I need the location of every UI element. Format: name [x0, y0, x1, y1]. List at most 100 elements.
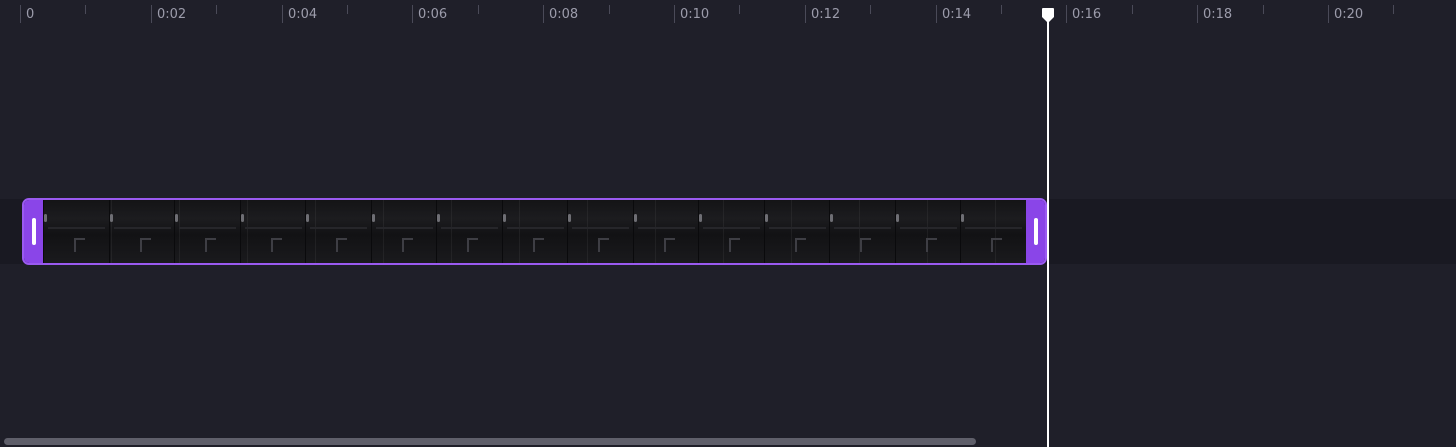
- frame-detail: [175, 214, 178, 222]
- ruler-major-tick: [151, 5, 152, 23]
- ruler-minor-tick: [85, 5, 86, 14]
- frame-detail: [533, 238, 544, 252]
- ruler-minor-tick: [870, 5, 871, 14]
- ruler-time-label: 0:12: [811, 7, 841, 22]
- ruler-time-label: 0:18: [1203, 7, 1233, 22]
- ruler-major-tick: [674, 5, 675, 23]
- frame-detail: [965, 227, 1022, 229]
- clip-thumbnail-frame: [305, 200, 371, 263]
- horizontal-scrollbar[interactable]: [4, 438, 976, 445]
- ruler-minor-tick: [216, 5, 217, 14]
- frame-detail: [271, 238, 282, 252]
- frame-detail: [729, 238, 740, 252]
- frame-detail: [44, 214, 47, 222]
- frame-detail: [205, 238, 216, 252]
- ruler-major-tick: [1328, 5, 1329, 23]
- frame-detail: [795, 238, 806, 252]
- grip-icon: [32, 218, 36, 245]
- frame-detail: [507, 227, 564, 229]
- clip-thumbnail-frame: [109, 200, 175, 263]
- playhead-line[interactable]: [1047, 14, 1049, 447]
- clip-thumbnail-frame: [436, 200, 502, 263]
- frame-detail: [568, 214, 571, 222]
- frame-detail: [372, 214, 375, 222]
- frame-detail: [376, 227, 433, 229]
- timeline[interactable]: 0 0:02 0:04 0:06 0:08 0:10 0:12 0:14 0:16 0:18 0:2…: [0, 0, 1456, 447]
- frame-detail: [926, 238, 937, 252]
- frame-detail: [310, 227, 367, 229]
- frame-detail: [572, 227, 629, 229]
- frame-detail: [860, 238, 871, 252]
- ruler-major-tick: [805, 5, 806, 23]
- frame-detail: [241, 214, 244, 222]
- frame-detail: [140, 238, 151, 252]
- frame-detail: [179, 227, 236, 229]
- ruler-minor-tick: [1001, 5, 1002, 14]
- ruler-minor-tick: [347, 5, 348, 14]
- clip-thumbnail-frame: [633, 200, 699, 263]
- ruler-minor-tick: [1263, 5, 1264, 14]
- grip-icon: [1034, 218, 1038, 245]
- playhead-handle-icon[interactable]: [1040, 8, 1056, 24]
- frame-detail: [703, 227, 760, 229]
- frame-detail: [245, 227, 302, 229]
- clip-trim-handle-left[interactable]: [24, 200, 43, 263]
- ruler-time-label: 0:04: [288, 7, 318, 22]
- ruler-major-tick: [282, 5, 283, 23]
- frame-detail: [961, 214, 964, 222]
- clip-thumbnail-frame: [371, 200, 437, 263]
- frame-detail: [830, 214, 833, 222]
- time-ruler[interactable]: 0 0:02 0:04 0:06 0:08 0:10 0:12 0:14 0:16 0:18 0:2…: [0, 0, 1456, 26]
- clip-trim-handle-right[interactable]: [1026, 200, 1045, 263]
- frame-detail: [900, 227, 957, 229]
- ruler-time-label: 0:06: [418, 7, 448, 22]
- frame-detail: [114, 227, 171, 229]
- ruler-major-tick: [1066, 5, 1067, 23]
- frame-detail: [834, 227, 891, 229]
- clip-thumbnail-frame: [960, 200, 1026, 263]
- frame-detail: [48, 227, 105, 229]
- frame-detail: [467, 238, 478, 252]
- clip-thumbnail-frame: [502, 200, 568, 263]
- frame-detail: [598, 238, 609, 252]
- clip-thumbnail-frame: [895, 200, 961, 263]
- frame-detail: [110, 214, 113, 222]
- frame-detail: [769, 227, 826, 229]
- frame-detail: [306, 214, 309, 222]
- frame-detail: [896, 214, 899, 222]
- frame-detail: [441, 227, 498, 229]
- ruler-major-tick: [936, 5, 937, 23]
- clip-thumbnail-frame: [174, 200, 240, 263]
- frame-detail: [402, 238, 413, 252]
- ruler-minor-tick: [609, 5, 610, 14]
- ruler-minor-tick: [739, 5, 740, 14]
- ruler-major-tick: [20, 5, 21, 23]
- clip-thumbnail-frame: [567, 200, 633, 263]
- clip-thumbnails: [43, 200, 1026, 263]
- video-clip[interactable]: [22, 198, 1047, 265]
- frame-detail: [74, 238, 85, 252]
- ruler-major-tick: [543, 5, 544, 23]
- ruler-minor-tick: [1393, 5, 1394, 14]
- frame-detail: [634, 214, 637, 222]
- clip-thumbnail-frame: [698, 200, 764, 263]
- ruler-time-label: 0:20: [1334, 7, 1364, 22]
- ruler-minor-tick: [478, 5, 479, 14]
- frame-detail: [638, 227, 695, 229]
- ruler-major-tick: [1197, 5, 1198, 23]
- clip-thumbnail-frame: [829, 200, 895, 263]
- clip-thumbnail-frame: [43, 200, 109, 263]
- ruler-time-label: 0:02: [157, 7, 187, 22]
- clip-thumbnail-frame: [764, 200, 830, 263]
- ruler-minor-tick: [1132, 5, 1133, 14]
- ruler-major-tick: [412, 5, 413, 23]
- frame-detail: [765, 214, 768, 222]
- frame-detail: [437, 214, 440, 222]
- frame-detail: [336, 238, 347, 252]
- ruler-time-label: 0:16: [1072, 7, 1102, 22]
- ruler-time-label: 0: [26, 7, 35, 22]
- frame-detail: [699, 214, 702, 222]
- frame-detail: [664, 238, 675, 252]
- ruler-time-label: 0:14: [942, 7, 972, 22]
- frame-detail: [991, 238, 1002, 252]
